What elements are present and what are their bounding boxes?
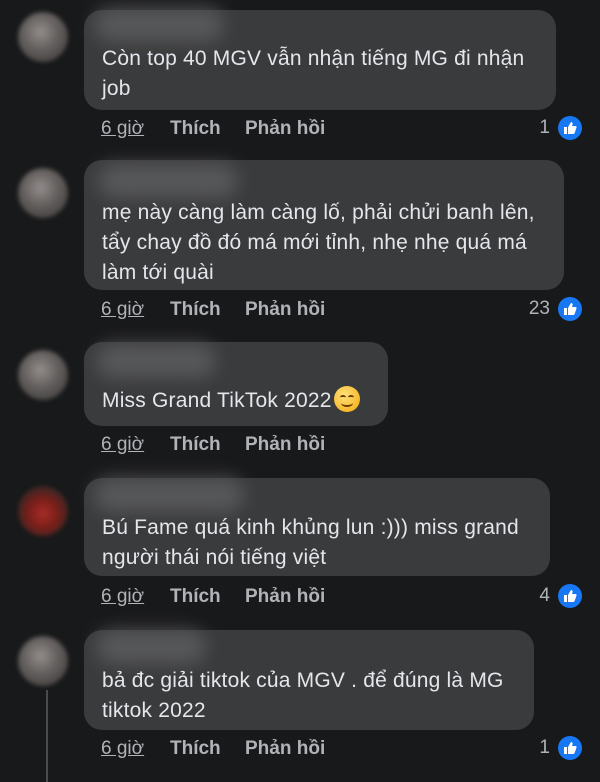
comment-bubble: mẹ này càng làm càng lố, phải chửi banh …	[84, 160, 564, 290]
like-button[interactable]: Thích	[170, 586, 221, 608]
avatar[interactable]	[18, 486, 68, 536]
author-name[interactable]	[98, 164, 238, 198]
reply-button[interactable]: Phản hồi	[245, 299, 325, 321]
timestamp-link[interactable]: 6 giờ	[101, 738, 144, 760]
reply-button[interactable]: Phản hồi	[245, 118, 325, 140]
comment-text: mẹ này càng làm càng lố, phải chửi banh …	[102, 201, 535, 284]
avatar[interactable]	[18, 168, 68, 218]
like-button[interactable]: Thích	[170, 434, 221, 456]
reply-button[interactable]: Phản hồi	[245, 738, 325, 760]
comment-text: Bú Fame quá kinh khủng lun :))) miss gra…	[102, 516, 519, 569]
comment-text-content: Miss Grand TikTok 2022	[102, 389, 332, 412]
comment-bubble: bả đc giải tiktok của MGV . để đúng là M…	[84, 630, 534, 730]
comment-text: Còn top 40 MGV vẫn nhận tiếng MG đi nhận…	[102, 47, 525, 100]
timestamp-link[interactable]: 6 giờ	[101, 118, 144, 140]
reaction-number: 4	[539, 585, 550, 606]
timestamp-link[interactable]: 6 giờ	[101, 434, 144, 456]
like-button[interactable]: Thích	[170, 118, 221, 140]
like-button[interactable]: Thích	[170, 738, 221, 760]
author-name[interactable]	[94, 478, 244, 512]
avatar[interactable]	[18, 350, 68, 400]
avatar[interactable]	[18, 636, 68, 686]
reaction-count[interactable]: 4	[539, 584, 582, 608]
avatar[interactable]	[18, 12, 68, 62]
reaction-count[interactable]: 1	[539, 116, 582, 140]
like-icon	[558, 584, 582, 608]
reaction-number: 1	[539, 117, 550, 138]
author-name[interactable]	[96, 344, 216, 378]
like-icon	[558, 736, 582, 760]
reaction-number: 23	[528, 298, 550, 319]
reaction-count[interactable]: 23	[529, 297, 582, 321]
reaction-count[interactable]: 1	[539, 736, 582, 760]
comment-bubble: Bú Fame quá kinh khủng lun :))) miss gra…	[84, 478, 550, 576]
like-icon	[558, 116, 582, 140]
comment-bubble: Miss Grand TikTok 2022	[84, 342, 388, 426]
comment-text: Miss Grand TikTok 2022	[102, 386, 374, 416]
reaction-number: 1	[539, 737, 550, 758]
author-name[interactable]	[96, 630, 206, 664]
comment-text: bả đc giải tiktok của MGV . để đúng là M…	[102, 669, 504, 722]
like-icon	[558, 297, 582, 321]
timestamp-link[interactable]: 6 giờ	[101, 299, 144, 321]
author-name[interactable]	[94, 8, 224, 42]
reply-thread-line	[46, 690, 48, 782]
like-button[interactable]: Thích	[170, 299, 221, 321]
reply-button[interactable]: Phản hồi	[245, 434, 325, 456]
timestamp-link[interactable]: 6 giờ	[101, 586, 144, 608]
comment-bubble: Còn top 40 MGV vẫn nhận tiếng MG đi nhận…	[84, 8, 556, 110]
smiling-face-emoji-icon	[333, 386, 360, 413]
reply-button[interactable]: Phản hồi	[245, 586, 325, 608]
